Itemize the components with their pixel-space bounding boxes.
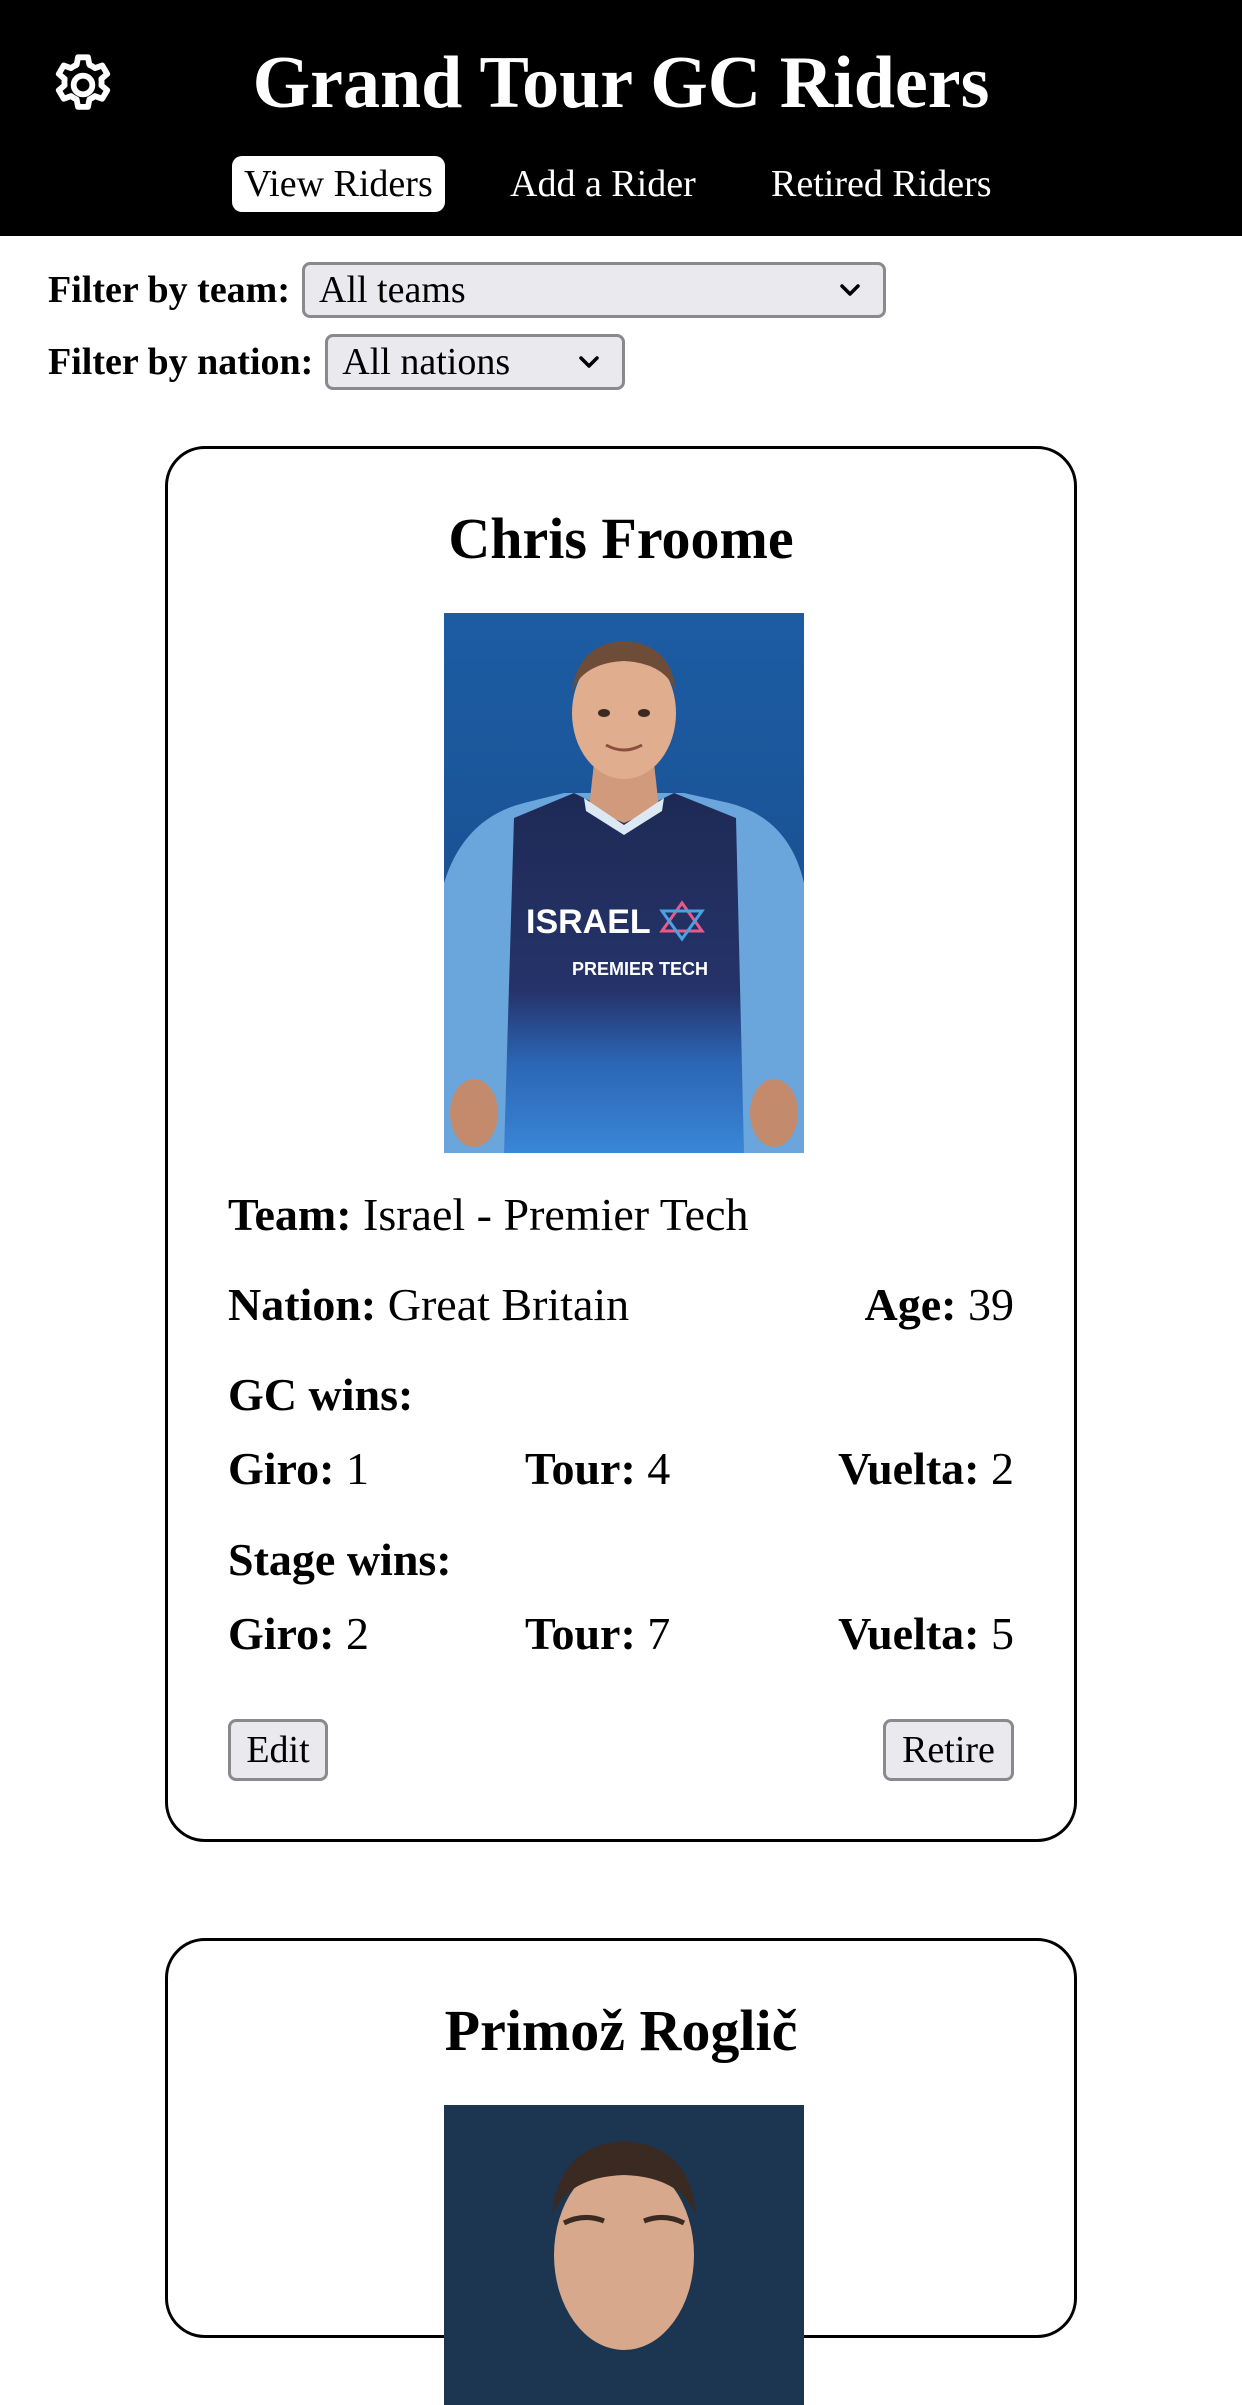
rider-photo: ISRAEL PREMIER TECH (444, 613, 804, 1153)
stage-giro: Giro: 2 (228, 1606, 369, 1662)
edit-button[interactable]: Edit (228, 1719, 328, 1781)
stage-tour-value: 7 (647, 1608, 671, 1659)
rider-name: Primož Roglič (444, 1998, 798, 2063)
chevron-down-icon (579, 356, 600, 368)
team-filter: Filter by team: All teams (48, 260, 886, 320)
stage-giro-label: Giro: (228, 1608, 335, 1659)
stage-tour-label: Tour: (525, 1608, 636, 1659)
gc-giro-value: 1 (345, 1443, 369, 1494)
rider-photo (444, 2105, 804, 2405)
gc-tour-value: 4 (647, 1443, 671, 1494)
nation-select[interactable]: All nations (325, 334, 626, 390)
stage-vuelta-label: Vuelta: (838, 1608, 980, 1659)
jersey-text: ISRAEL (526, 903, 651, 941)
nav-view-riders[interactable]: View Riders (232, 156, 445, 212)
gc-wins-label: GC wins: (228, 1369, 414, 1420)
rider-name: Chris Froome (448, 506, 794, 571)
stage-wins-row: Giro: 2 Tour: 7 Vuelta: 5 (228, 1606, 1014, 1662)
nation-filter: Filter by nation: All nations (48, 332, 626, 392)
nav-retired-riders[interactable]: Retired Riders (771, 156, 992, 212)
gc-vuelta-value: 2 (991, 1443, 1014, 1494)
app-header: Grand Tour GC Riders View Riders Add a R… (0, 0, 1242, 236)
stage-wins-label: Stage wins: (228, 1534, 452, 1585)
gc-wins-row: Giro: 1 Tour: 4 Vuelta: 2 (228, 1441, 1014, 1497)
gc-vuelta-label: Vuelta: (838, 1443, 980, 1494)
nav-add-rider[interactable]: Add a Rider (510, 156, 696, 212)
gc-vuelta: Vuelta: 2 (838, 1441, 1014, 1497)
gc-tour-label: Tour: (525, 1443, 636, 1494)
nation-value: Great Britain (387, 1279, 630, 1330)
team-select-value: All teams (319, 269, 466, 311)
stage-giro-value: 2 (345, 1608, 369, 1659)
retire-button[interactable]: Retire (883, 1719, 1014, 1781)
stage-tour: Tour: 7 (525, 1606, 670, 1662)
app-title: Grand Tour GC Riders (252, 42, 990, 124)
nation-filter-label: Filter by nation: (48, 341, 314, 383)
age-value: 39 (968, 1279, 1014, 1330)
rider-card: Primož Roglič (165, 1938, 1077, 2405)
age-field: Age: 39 (865, 1277, 1014, 1333)
gc-giro-label: Giro: (228, 1443, 335, 1494)
nation-select-value: All nations (342, 341, 511, 383)
team-line: Team: Israel - Premier Tech (228, 1187, 1014, 1243)
rider-card: Chris Froome ISRAEL PREMIER TECH Team: I… (165, 446, 1077, 1842)
team-value: Israel - Premier Tech (363, 1189, 749, 1240)
team-select[interactable]: All teams (302, 262, 886, 318)
nation-label: Nation: (228, 1279, 377, 1330)
stage-vuelta-value: 5 (991, 1608, 1014, 1659)
gc-wins-heading: GC wins: (228, 1367, 1014, 1423)
team-filter-label: Filter by team: (48, 269, 290, 311)
stage-vuelta: Vuelta: 5 (838, 1606, 1014, 1662)
nation-age-line: Nation: Great Britain Age: 39 (228, 1277, 1014, 1333)
stage-wins-heading: Stage wins: (228, 1532, 1014, 1588)
nation-field: Nation: Great Britain (228, 1277, 629, 1333)
gc-giro: Giro: 1 (228, 1441, 369, 1497)
chevron-down-icon (840, 284, 860, 296)
jersey-sponsor: PREMIER TECH (572, 959, 708, 979)
main-nav: View Riders Add a Rider Retired Riders (0, 156, 1242, 212)
team-label: Team: (228, 1189, 352, 1240)
age-label: Age: (864, 1279, 957, 1330)
gc-tour: Tour: 4 (525, 1441, 670, 1497)
